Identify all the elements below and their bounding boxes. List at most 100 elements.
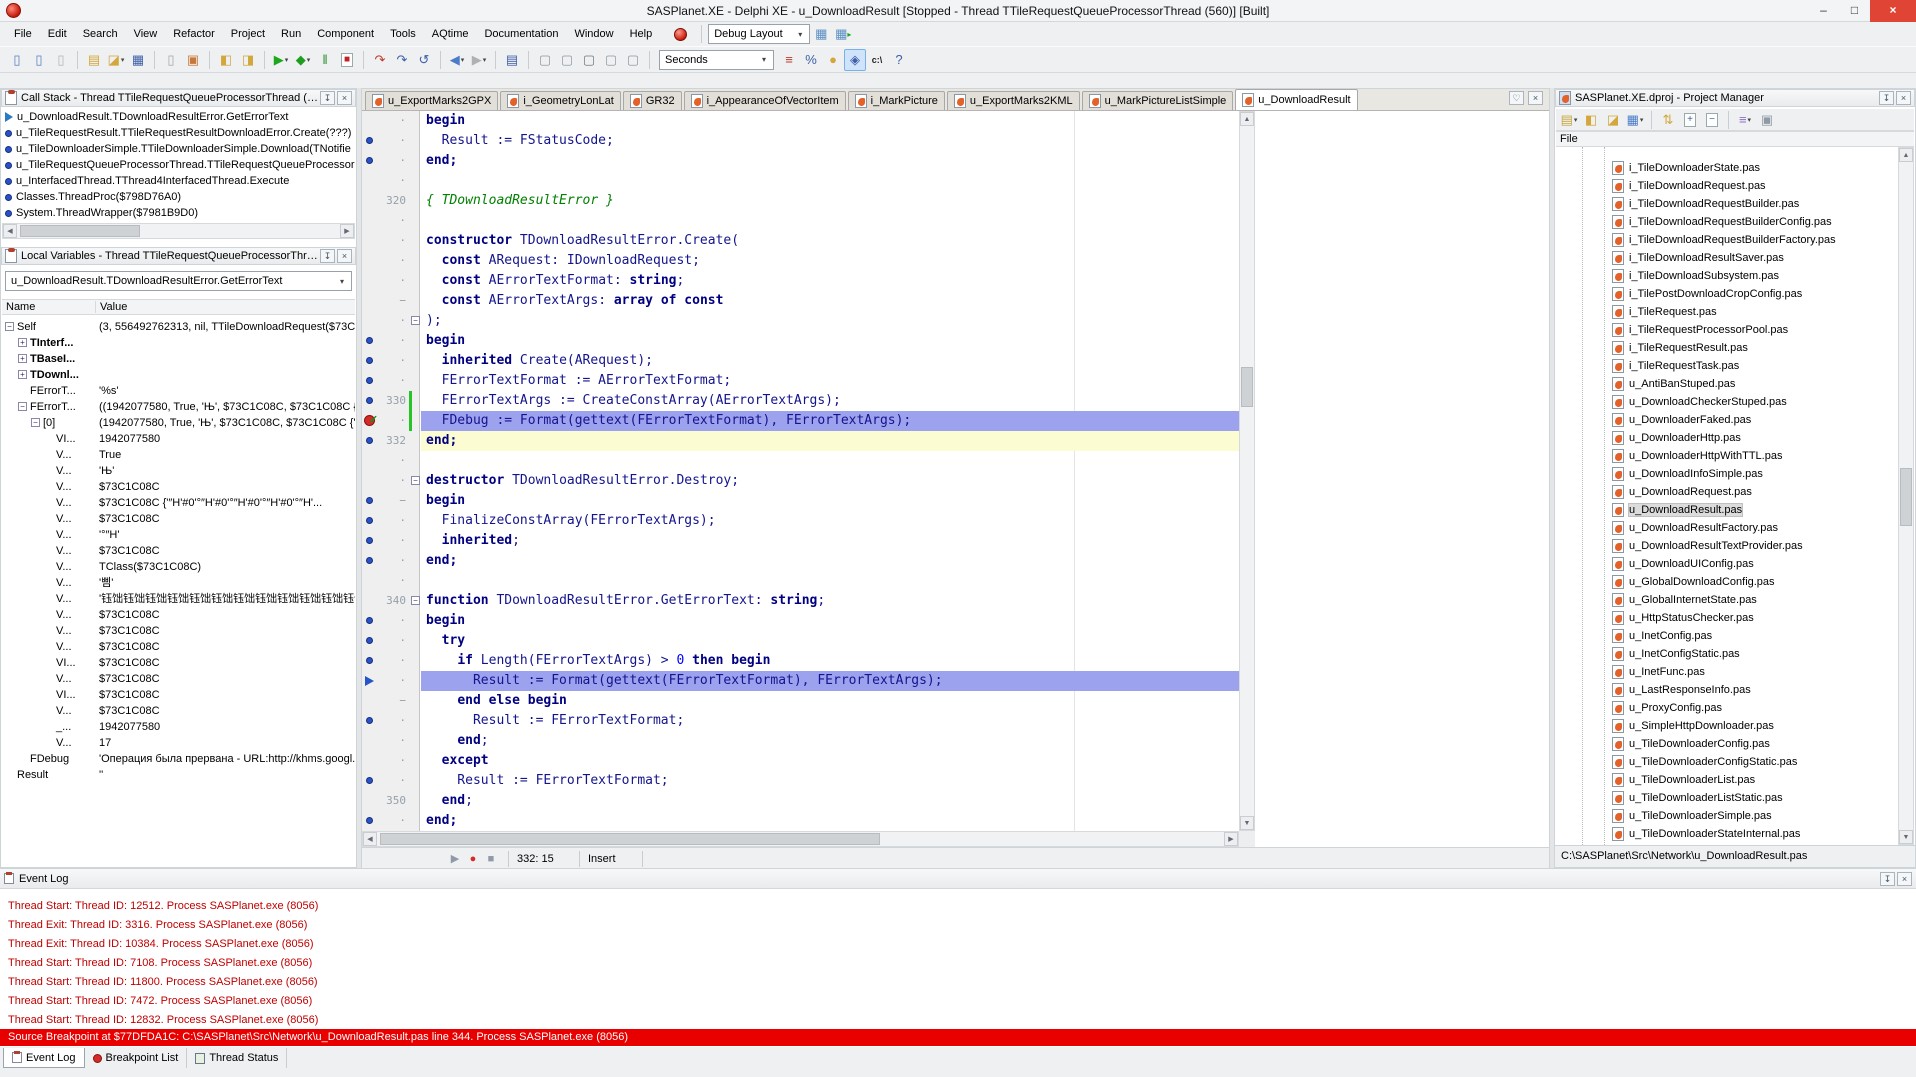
maximize-button[interactable]: □ bbox=[1839, 0, 1870, 22]
tab-i_GeometryLonLat[interactable]: i_GeometryLonLat bbox=[500, 91, 621, 110]
editor-vscrollbar[interactable]: ▲ ▼ bbox=[1239, 111, 1255, 831]
expander-icon[interactable]: + bbox=[18, 338, 27, 347]
variable-row[interactable]: V...$73C1C08C bbox=[2, 607, 355, 623]
reopen-icon[interactable]: ▯ bbox=[160, 49, 182, 71]
pm-new-icon[interactable]: ▤▾ bbox=[1558, 109, 1580, 131]
localvars-column-header[interactable]: Name Value bbox=[2, 299, 355, 315]
code-line[interactable]: end; bbox=[421, 151, 1239, 171]
code-line[interactable]: end; bbox=[421, 791, 1239, 811]
gutter-line[interactable]: · bbox=[362, 271, 420, 291]
project-file-item[interactable]: u_TileDownloaderConfig.pas bbox=[1556, 735, 1898, 753]
gutter-line[interactable]: − bbox=[362, 291, 420, 311]
gutter-line[interactable]: · bbox=[362, 351, 420, 371]
code-line[interactable]: begin bbox=[421, 331, 1239, 351]
add-to-project-icon[interactable]: ◧ bbox=[215, 49, 237, 71]
close-button[interactable]: × bbox=[1870, 0, 1916, 22]
menu-view[interactable]: View bbox=[126, 24, 166, 44]
code-line[interactable]: Result := FErrorTextFormat; bbox=[421, 771, 1239, 791]
menu-refactor[interactable]: Refactor bbox=[165, 24, 223, 44]
drive-c-icon[interactable]: c:\ bbox=[866, 49, 888, 71]
code-line[interactable]: if Length(FErrorTextArgs) > 0 then begin bbox=[421, 651, 1239, 671]
pause-icon[interactable]: ‖ bbox=[314, 49, 336, 71]
close-icon[interactable]: × bbox=[337, 249, 352, 263]
gutter-line[interactable]: · bbox=[362, 811, 420, 831]
gutter-line[interactable]: ·− bbox=[362, 311, 420, 331]
code-line[interactable]: FErrorTextArgs := CreateConstArray(AErro… bbox=[421, 391, 1239, 411]
variable-row[interactable]: V...$73C1C08C bbox=[2, 703, 355, 719]
project-file-item[interactable]: i_TileRequestProcessorPool.pas bbox=[1556, 321, 1898, 339]
fold-icon[interactable]: − bbox=[411, 316, 420, 325]
gutter-line[interactable]: · bbox=[362, 551, 420, 571]
gutter-line[interactable]: · bbox=[362, 171, 420, 191]
variable-row[interactable]: VI...1942077580 bbox=[2, 431, 355, 447]
code-line[interactable]: function TDownloadResultError.GetErrorTe… bbox=[421, 591, 1239, 611]
tab-u_ExportMarks2KML[interactable]: u_ExportMarks2KML bbox=[947, 91, 1080, 110]
code-line[interactable]: end; bbox=[421, 731, 1239, 751]
project-file-item[interactable]: i_TileDownloadRequestBuilderConfig.pas bbox=[1556, 213, 1898, 231]
open-project-icon[interactable]: ▣ bbox=[182, 49, 204, 71]
menu-file[interactable]: File bbox=[6, 24, 40, 44]
expander-icon[interactable]: + bbox=[18, 370, 27, 379]
project-file-item[interactable]: u_SimpleHttpDownloader.pas bbox=[1556, 717, 1898, 735]
save-desktop-icon[interactable]: ▦ bbox=[810, 23, 832, 45]
project-file-item[interactable]: u_ProxyConfig.pas bbox=[1556, 699, 1898, 717]
callstack-hscrollbar[interactable]: ◀ ▶ bbox=[2, 223, 355, 239]
variable-row[interactable]: V...'삠' bbox=[2, 575, 355, 591]
scroll-down-icon[interactable]: ▼ bbox=[1899, 830, 1913, 844]
gutter-line[interactable]: − bbox=[362, 491, 420, 511]
project-file-item[interactable]: i_TileDownloaderState.pas bbox=[1556, 159, 1898, 177]
pm-sync-icon[interactable]: ⇅ bbox=[1657, 109, 1679, 131]
run-until-return-icon[interactable]: ↺ bbox=[413, 49, 435, 71]
seconds-combo[interactable]: Seconds▾ bbox=[659, 50, 774, 70]
browse-forward-icon[interactable]: ▶▾ bbox=[468, 49, 490, 71]
callstack-item[interactable]: System.ThreadWrapper($7981B9D0) bbox=[2, 205, 355, 221]
project-file-item[interactable]: u_DownloadRequest.pas bbox=[1556, 483, 1898, 501]
tab-breakpoint-list[interactable]: Breakpoint List bbox=[85, 1048, 188, 1068]
variable-row[interactable]: −[0](1942077580, True, 'Њ', $73C1C08C, $… bbox=[2, 415, 355, 431]
add-file-icon[interactable]: ▯ bbox=[28, 49, 50, 71]
event-log-entry[interactable]: Thread Start: Thread ID: 12832. Process … bbox=[8, 1011, 1912, 1030]
pin-icon[interactable]: ↧ bbox=[1880, 872, 1895, 886]
project-file-item[interactable]: u_InetFunc.pas bbox=[1556, 663, 1898, 681]
variable-row[interactable]: V...$73C1C08C bbox=[2, 623, 355, 639]
view-toggle-4-icon[interactable]: ▢ bbox=[600, 49, 622, 71]
project-file-item[interactable]: u_GlobalInternetState.pas bbox=[1556, 591, 1898, 609]
gutter-line[interactable]: · bbox=[362, 451, 420, 471]
code-line[interactable] bbox=[421, 211, 1239, 231]
project-file-item[interactable]: u_DownloadResult.pas bbox=[1556, 501, 1898, 519]
pm-collapse-icon[interactable]: − bbox=[1701, 109, 1723, 131]
gutter-line[interactable]: · bbox=[362, 611, 420, 631]
code-line[interactable]: Result := FErrorTextFormat; bbox=[421, 711, 1239, 731]
gutter-line[interactable]: · bbox=[362, 131, 420, 151]
gutter-line[interactable]: · bbox=[362, 251, 420, 271]
project-file-item[interactable]: u_HttpStatusChecker.pas bbox=[1556, 609, 1898, 627]
project-file-item[interactable]: u_TileDownloaderStateInternal.pas bbox=[1556, 825, 1898, 843]
scroll-down-icon[interactable]: ▼ bbox=[1240, 816, 1254, 830]
pin-icon[interactable]: ↧ bbox=[320, 249, 335, 263]
pin-icon[interactable]: ↧ bbox=[1879, 91, 1894, 105]
project-file-item[interactable]: i_TileRequest.pas bbox=[1556, 303, 1898, 321]
code-line[interactable] bbox=[421, 571, 1239, 591]
pm-expand-icon[interactable]: + bbox=[1679, 109, 1701, 131]
pm-views-icon[interactable]: ▦▾ bbox=[1624, 109, 1646, 131]
set-debug-desktop-icon[interactable]: ▦▸ bbox=[832, 23, 854, 45]
project-file-item[interactable]: i_TileDownloadRequestBuilder.pas bbox=[1556, 195, 1898, 213]
view-toggle-3-icon[interactable]: ▢ bbox=[578, 49, 600, 71]
variable-row[interactable]: +TInterf... bbox=[2, 335, 355, 351]
code-line[interactable]: inherited; bbox=[421, 531, 1239, 551]
variable-row[interactable]: VI...$73C1C08C bbox=[2, 687, 355, 703]
gutter-line[interactable]: 350 bbox=[362, 791, 420, 811]
macro-record-icon[interactable]: ● bbox=[464, 853, 482, 865]
event-log-entry[interactable]: Thread Start: Thread ID: 12512. Process … bbox=[8, 897, 1912, 916]
gutter-line[interactable]: · bbox=[362, 731, 420, 751]
tab-u_DownloadResult[interactable]: u_DownloadResult bbox=[1235, 89, 1357, 110]
pm-vscrollbar[interactable]: ▲ ▼ bbox=[1898, 147, 1914, 845]
variable-row[interactable]: FDebug'Операция была прервана - URL:http… bbox=[2, 751, 355, 767]
code-line[interactable]: const AErrorTextArgs: array of const bbox=[421, 291, 1239, 311]
pie-profile-icon[interactable]: ● bbox=[822, 49, 844, 71]
navigation-icon[interactable]: ◈ bbox=[844, 49, 866, 71]
project-file-item[interactable]: i_TileDownloadResultSaver.pas bbox=[1556, 249, 1898, 267]
pm-build-icon[interactable]: ▣ bbox=[1756, 109, 1778, 131]
gutter-line[interactable]: ·− bbox=[362, 471, 420, 491]
variable-row[interactable]: V...$73C1C08C bbox=[2, 511, 355, 527]
